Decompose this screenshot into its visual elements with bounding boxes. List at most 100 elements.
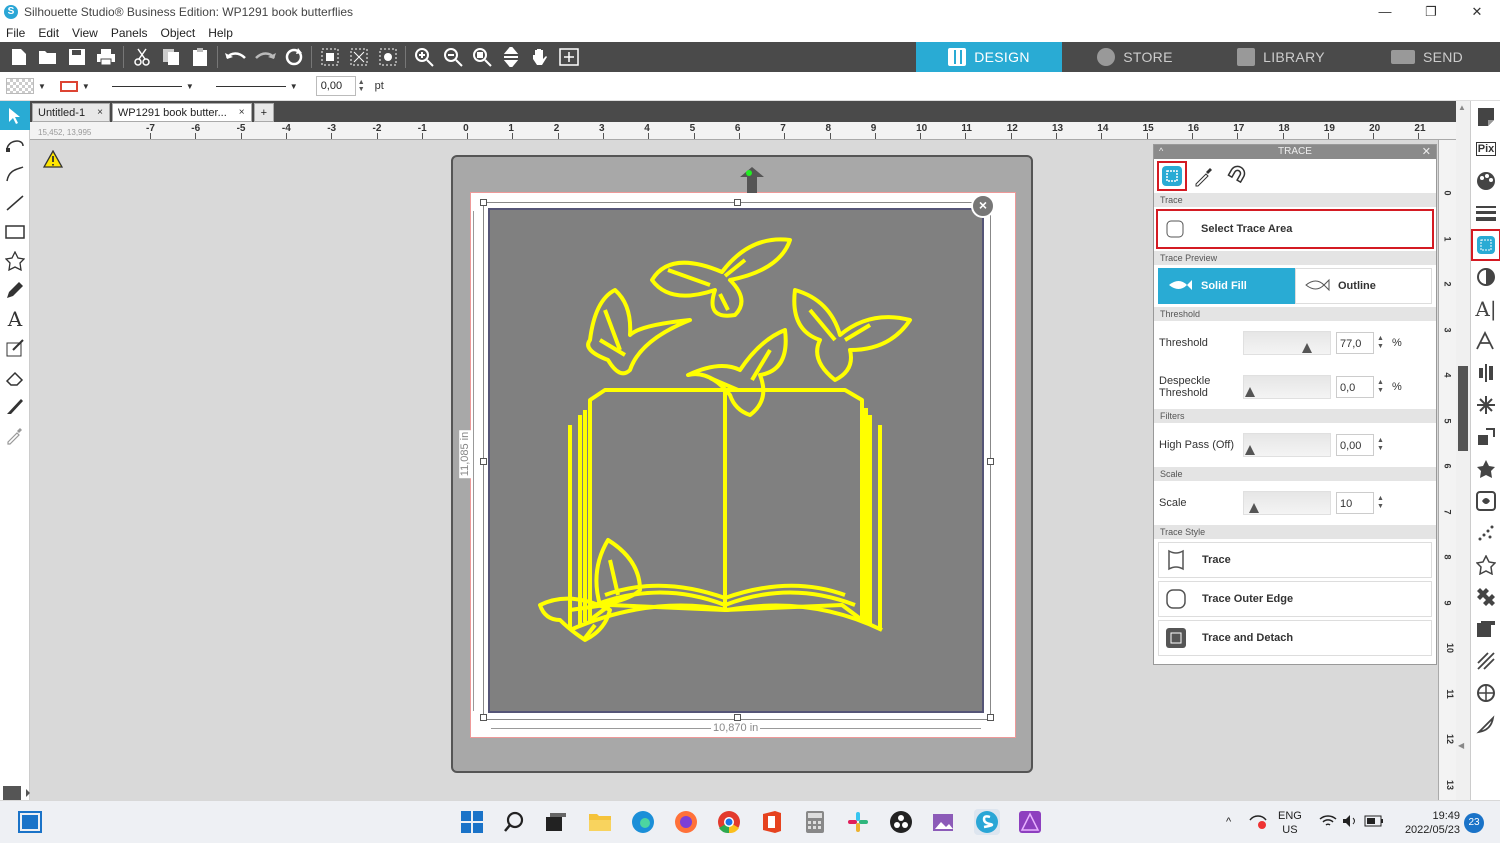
line-style-dropdown-arrow-icon[interactable]: ▼ xyxy=(186,82,194,91)
rectangle-tool[interactable] xyxy=(0,217,30,246)
sketch-tool[interactable] xyxy=(0,333,30,362)
office-icon[interactable] xyxy=(759,809,785,835)
scroll-down-arrow-icon[interactable]: ◀ xyxy=(1458,741,1464,750)
tab-library[interactable]: LIBRARY xyxy=(1208,42,1354,72)
slider-thumb[interactable] xyxy=(1245,445,1255,455)
eraser-tool[interactable] xyxy=(0,362,30,391)
task-view-black-icon[interactable] xyxy=(543,809,569,835)
tab-send[interactable]: SEND xyxy=(1354,42,1500,72)
line-color-swatch[interactable] xyxy=(59,80,78,92)
threshold-input[interactable]: 77,0 xyxy=(1336,332,1374,354)
line-width-spinner[interactable]: ▲ ▼ xyxy=(358,79,365,93)
text-to-path-panel-button[interactable] xyxy=(1471,325,1500,357)
align-panel-button[interactable] xyxy=(1471,357,1500,389)
hatch-panel-button[interactable] xyxy=(1471,645,1500,677)
tab-trace[interactable] xyxy=(1157,161,1187,191)
search-icon[interactable] xyxy=(501,809,527,835)
close-panel-icon[interactable]: ✕ xyxy=(1422,145,1431,159)
knife-tool[interactable] xyxy=(0,391,30,420)
sketch-panel-button[interactable] xyxy=(1471,517,1500,549)
contrast-panel-button[interactable] xyxy=(1471,261,1500,293)
affinity-icon[interactable] xyxy=(1017,809,1043,835)
warning-icon[interactable] xyxy=(42,149,64,171)
library-panel-button[interactable] xyxy=(1471,613,1500,645)
add-page-icon[interactable] xyxy=(558,46,580,68)
silhouette-studio-taskbar-icon[interactable] xyxy=(974,809,1000,835)
tab-design[interactable]: DESIGN xyxy=(916,42,1062,72)
fill-panel-button[interactable] xyxy=(1471,165,1500,197)
threshold-slider[interactable] xyxy=(1243,331,1331,355)
pan-hand-icon[interactable] xyxy=(529,46,551,68)
threshold-spinner[interactable]: ▲ ▼ xyxy=(1377,335,1384,351)
polygon-tool[interactable] xyxy=(0,246,30,275)
refresh-icon[interactable] xyxy=(283,46,305,68)
slider-thumb[interactable] xyxy=(1245,387,1255,397)
resize-handle-r[interactable] xyxy=(987,458,994,465)
notification-badge[interactable]: 23 xyxy=(1464,813,1484,833)
puzzle-panel-button[interactable] xyxy=(1471,581,1500,613)
transform-panel-button[interactable] xyxy=(1471,421,1500,453)
copy-icon[interactable] xyxy=(160,46,182,68)
tab-eyedropper[interactable] xyxy=(1189,161,1219,191)
photo-app-icon[interactable] xyxy=(931,809,957,835)
cut-icon[interactable] xyxy=(131,46,153,68)
battery-icon[interactable] xyxy=(1364,811,1384,831)
wifi-icon[interactable] xyxy=(1318,811,1338,831)
line-weight-dropdown-arrow-icon[interactable]: ▼ xyxy=(290,82,298,91)
modify-panel-button[interactable] xyxy=(1471,453,1500,485)
resize-handle-b[interactable] xyxy=(734,714,741,721)
menu-panels[interactable]: Panels xyxy=(111,26,148,40)
zoom-fit-icon[interactable] xyxy=(471,46,493,68)
doc-tab-untitled[interactable]: Untitled-1 × xyxy=(32,103,110,122)
file-explorer-icon[interactable] xyxy=(587,809,613,835)
zoom-out-icon[interactable] xyxy=(442,46,464,68)
undo-icon[interactable] xyxy=(224,46,247,68)
clock[interactable]: 19:49 2022/05/23 xyxy=(1396,809,1460,837)
eyedropper-tool[interactable] xyxy=(0,420,30,449)
point-edit-tool[interactable] xyxy=(0,130,30,159)
replicate-panel-button[interactable] xyxy=(1471,389,1500,421)
close-tab-icon[interactable]: × xyxy=(239,107,245,118)
despeckle-slider[interactable] xyxy=(1243,375,1331,399)
save-icon[interactable] xyxy=(66,46,88,68)
deselect-icon[interactable] xyxy=(348,46,370,68)
fill-dropdown-arrow-icon[interactable]: ▼ xyxy=(38,82,46,91)
scale-slider[interactable] xyxy=(1243,491,1331,515)
slider-thumb[interactable] xyxy=(1249,503,1259,513)
start-windows-icon[interactable] xyxy=(459,809,485,835)
line-style-sample[interactable] xyxy=(111,85,182,87)
highpass-slider[interactable] xyxy=(1243,433,1331,457)
calculator-icon[interactable] xyxy=(802,809,828,835)
volume-icon[interactable] xyxy=(1341,811,1361,831)
resize-handle-tl[interactable] xyxy=(480,199,487,206)
text-tool[interactable]: A xyxy=(0,304,30,333)
zoom-in-icon[interactable] xyxy=(413,46,435,68)
edge-browser-icon[interactable] xyxy=(630,809,656,835)
highpass-spinner[interactable]: ▲ ▼ xyxy=(1377,437,1384,453)
line-tool[interactable] xyxy=(0,188,30,217)
close-tab-icon[interactable]: × xyxy=(97,107,103,118)
print-icon[interactable] xyxy=(95,46,117,68)
redo-icon[interactable] xyxy=(254,46,276,68)
select-all-icon[interactable] xyxy=(319,46,341,68)
line-weight-sample[interactable] xyxy=(215,85,286,87)
trace-panel-button[interactable] xyxy=(1471,229,1500,261)
weld-panel-button[interactable] xyxy=(1471,709,1500,741)
move-arrows-icon[interactable] xyxy=(500,46,522,68)
despeckle-input[interactable]: 0,0 xyxy=(1336,376,1374,398)
network-alert-icon[interactable] xyxy=(1248,811,1268,831)
resize-handle-l[interactable] xyxy=(480,458,487,465)
offset-panel-button[interactable] xyxy=(1471,485,1500,517)
despeckle-spinner[interactable]: ▲ ▼ xyxy=(1377,379,1384,395)
menu-view[interactable]: View xyxy=(72,26,98,40)
close-window-button[interactable]: ✕ xyxy=(1454,0,1500,23)
select-by-color-icon[interactable] xyxy=(377,46,399,68)
paste-icon[interactable] xyxy=(189,46,211,68)
solid-fill-option[interactable]: Solid Fill xyxy=(1158,268,1295,304)
scale-spinner[interactable]: ▲ ▼ xyxy=(1377,495,1384,511)
slack-icon[interactable] xyxy=(845,809,871,835)
collapse-panel-icon[interactable]: ^ xyxy=(1159,144,1163,158)
highpass-input[interactable]: 0,00 xyxy=(1336,434,1374,456)
slider-thumb[interactable] xyxy=(1302,343,1312,353)
menu-help[interactable]: Help xyxy=(208,26,233,40)
